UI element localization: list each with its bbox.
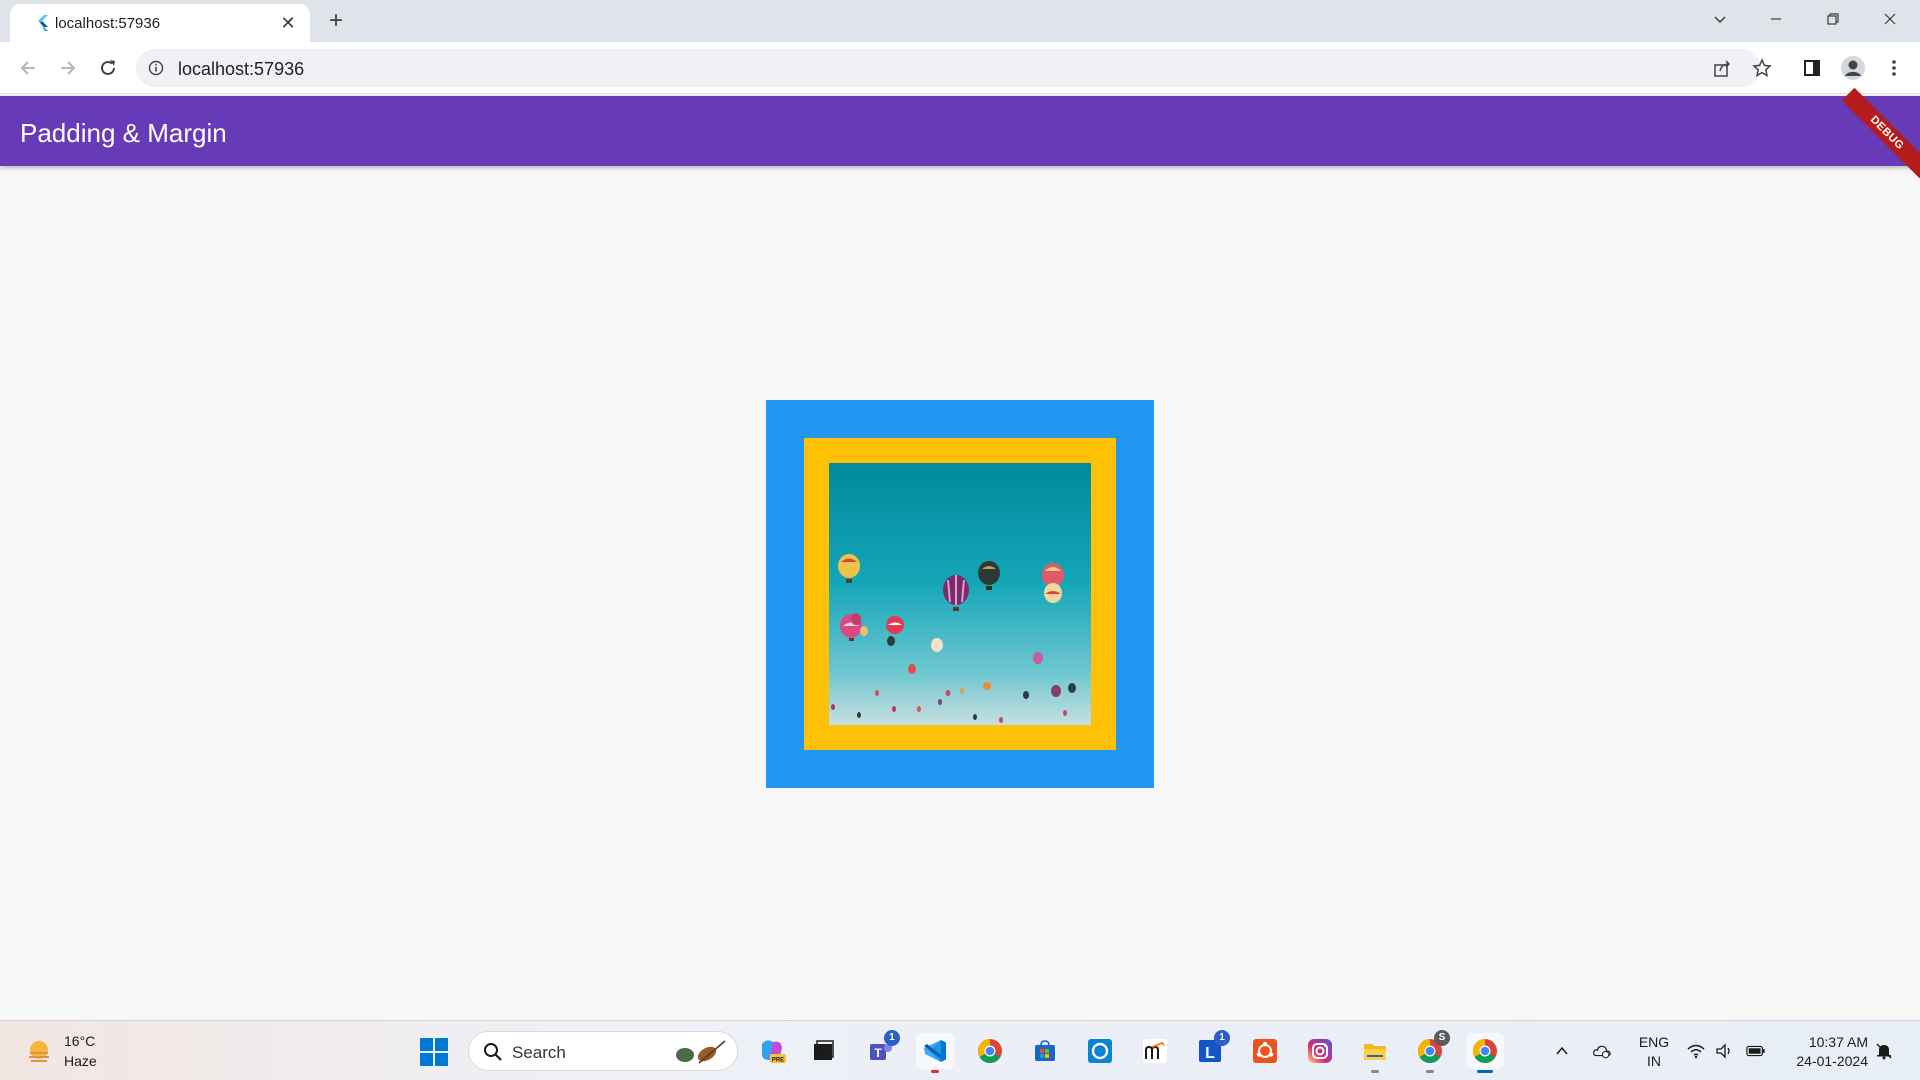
back-icon[interactable] — [14, 54, 42, 82]
terminal-icon[interactable] — [804, 1033, 842, 1069]
balloons-image — [829, 463, 1091, 725]
search-placeholder: Search — [512, 1043, 566, 1062]
balloon — [917, 706, 921, 712]
flutter-icon — [38, 15, 48, 31]
profile-badge: S — [1434, 1030, 1450, 1046]
taskbar-search[interactable]: Search — [468, 1031, 738, 1071]
haze-sun-icon — [29, 1041, 49, 1062]
balloon — [945, 690, 951, 696]
running-indicator — [1371, 1070, 1379, 1073]
new-tab-button[interactable]: + — [322, 7, 350, 35]
running-indicator — [931, 1070, 939, 1073]
microsoft-store-icon[interactable] — [1026, 1033, 1064, 1069]
lens-notification-badge: 1 — [1214, 1030, 1230, 1046]
system-clock[interactable]: 10:37 AM 24-01-2024 — [1782, 1033, 1868, 1071]
inner-container-padding — [804, 438, 1116, 750]
app-bar: Padding & Margin — [0, 96, 1920, 166]
close-window-icon[interactable] — [1870, 4, 1910, 34]
balloon — [999, 717, 1003, 723]
chrome-profile-icon[interactable]: S — [1411, 1030, 1450, 1073]
url-text: localhost:57936 — [178, 59, 305, 79]
tab-search-chevron-icon[interactable] — [1700, 4, 1740, 34]
balloon — [1063, 710, 1067, 716]
search-icon — [484, 1043, 502, 1061]
balloon — [1051, 685, 1061, 697]
balloon — [1044, 583, 1062, 603]
file-explorer-icon[interactable] — [1356, 1033, 1394, 1073]
language-code: ENG — [1638, 1034, 1670, 1050]
balloon — [831, 704, 835, 710]
notification-bell-icon[interactable] — [1874, 1041, 1894, 1061]
clock-date: 24-01-2024 — [1796, 1053, 1868, 1069]
balloon — [875, 690, 879, 696]
balloon — [908, 664, 916, 674]
weather-temperature: 16°C — [64, 1033, 96, 1049]
chrome-icon[interactable] — [971, 1033, 1009, 1069]
profile-icon[interactable] — [1839, 54, 1867, 82]
instagram-icon[interactable] — [1301, 1033, 1339, 1069]
minimize-icon[interactable] — [1756, 4, 1796, 34]
balloon — [1068, 683, 1076, 693]
weather-condition: Haze — [64, 1053, 97, 1069]
svg-text:PRE: PRE — [772, 1058, 784, 1064]
onedrive-sync-icon[interactable] — [1592, 1041, 1612, 1061]
moodle-icon[interactable] — [1136, 1033, 1174, 1069]
balloon — [973, 714, 977, 720]
balloon — [938, 699, 942, 705]
browser-tab[interactable]: localhost:57936 ✕ — [10, 4, 310, 42]
teams-icon[interactable]: T 1 — [861, 1030, 900, 1069]
balloon — [1033, 652, 1043, 664]
teams-notification-badge: 1 — [884, 1030, 900, 1046]
balloon — [1023, 691, 1029, 699]
chevron-up-icon[interactable] — [1552, 1041, 1572, 1061]
tab-title: localhost:57936 — [55, 15, 161, 32]
balloon — [960, 688, 964, 694]
browser-tab-strip: localhost:57936 ✕ + — [0, 0, 1920, 42]
ubuntu-icon[interactable] — [1246, 1033, 1284, 1069]
clock-time: 10:37 AM — [1808, 1034, 1868, 1050]
star-icon[interactable] — [1748, 54, 1776, 82]
balloon — [857, 712, 861, 718]
balloon — [892, 706, 896, 712]
outer-container-margin — [766, 400, 1154, 788]
wifi-icon[interactable] — [1686, 1041, 1706, 1061]
info-icon[interactable] — [148, 60, 164, 76]
search-highlight-icon — [676, 1040, 726, 1064]
vscode-icon[interactable] — [916, 1033, 954, 1073]
share-icon[interactable] — [1708, 54, 1736, 82]
tab-close-icon[interactable]: ✕ — [278, 13, 298, 33]
menu-icon[interactable] — [1880, 54, 1908, 82]
lens-app-icon[interactable]: L 1 — [1191, 1030, 1230, 1069]
language-indicator[interactable]: ENG IN — [1637, 1033, 1671, 1071]
running-indicator — [1477, 1070, 1493, 1073]
battery-icon[interactable] — [1746, 1041, 1766, 1061]
forward-icon[interactable] — [54, 54, 82, 82]
restore-icon[interactable] — [1813, 4, 1853, 34]
side-panel-icon[interactable] — [1798, 54, 1826, 82]
svg-text:T: T — [874, 1046, 882, 1060]
page-title: Padding & Margin — [20, 118, 227, 148]
volume-icon[interactable] — [1715, 1041, 1735, 1061]
cortana-app-icon[interactable] — [1081, 1033, 1119, 1069]
chrome-active-icon[interactable] — [1466, 1033, 1504, 1073]
balloon — [931, 638, 943, 652]
region-code: IN — [1647, 1053, 1661, 1069]
copilot-icon[interactable]: PRE — [753, 1033, 791, 1069]
address-bar[interactable]: localhost:57936 — [136, 49, 1761, 87]
browser-toolbar: localhost:57936 — [0, 42, 1920, 94]
reload-icon[interactable] — [94, 54, 122, 82]
windows-start-icon[interactable] — [419, 1037, 449, 1067]
taskbar: 16°C Haze Search PRE T 1 L 1 S ENG IN 10… — [0, 1020, 1920, 1080]
running-indicator — [1426, 1070, 1434, 1073]
balloon — [983, 682, 991, 690]
svg-text:L: L — [1205, 1045, 1215, 1062]
